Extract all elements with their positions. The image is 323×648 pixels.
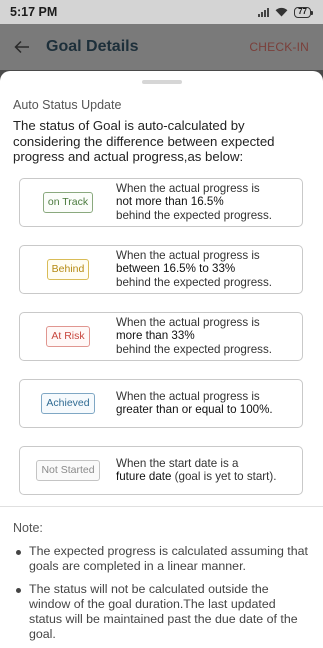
status-card-on-track: on Track When the actual progress is not…: [19, 177, 303, 227]
back-arrow-icon[interactable]: [14, 38, 32, 56]
notes-list: The expected progress is calculated assu…: [13, 544, 310, 642]
signal-icon: [258, 7, 270, 17]
status-info-sheet: Auto Status Update The status of Goal is…: [0, 71, 323, 648]
status-bar: 5:17 PM 77: [0, 0, 323, 24]
intro-text: The status of Goal is auto-calculated by…: [13, 118, 275, 164]
description-line: When the actual progress is: [116, 389, 260, 403]
status-description: When the actual progress is between 16.5…: [116, 249, 272, 289]
wifi-icon: [275, 7, 288, 17]
description-line: behind the expected progress.: [116, 275, 272, 289]
status-badge-on-track: on Track: [42, 191, 94, 213]
status-description: When the actual progress is more than 33…: [116, 316, 272, 356]
status-list: on Track When the actual progress is not…: [19, 177, 303, 495]
screen: 5:17 PM 77 Goal Details CHECK-IN Auto St…: [0, 0, 323, 648]
description-line: When the actual progress is: [116, 249, 260, 263]
divider: [0, 505, 323, 507]
note-title: Note:: [13, 520, 43, 535]
status-description: When the actual progress is not more tha…: [116, 182, 272, 222]
description-highlight: between 16.5% to 33%: [116, 262, 236, 276]
note-item: The expected progress is calculated assu…: [13, 544, 310, 574]
clock: 5:17 PM: [10, 5, 58, 19]
status-badge-achieved: Achieved: [41, 392, 95, 414]
description-line: (goal is yet to start).: [171, 470, 277, 483]
description-highlight: greater than or equal to 100%.: [116, 403, 273, 416]
description-line: When the start date is a: [116, 456, 239, 470]
check-in-button[interactable]: CHECK-IN: [249, 40, 309, 54]
status-badge-at-risk: At Risk: [46, 325, 90, 347]
description-line: behind the expected progress.: [116, 208, 272, 222]
drag-handle[interactable]: [141, 80, 182, 84]
status-card-not-started: Not Started When the start date is a fut…: [19, 445, 303, 495]
status-badge-not-started: Not Started: [36, 459, 100, 481]
description-line: When the actual progress is: [116, 316, 260, 330]
note-item: The status will not be calculated outsid…: [13, 582, 310, 642]
description-highlight: more than 33%: [116, 329, 195, 343]
page-title: Goal Details: [46, 38, 139, 55]
section-title: Auto Status Update: [13, 98, 122, 112]
status-description: When the actual progress is greater than…: [116, 390, 273, 416]
description-line: behind the expected progress.: [116, 342, 272, 356]
status-card-achieved: Achieved When the actual progress is gre…: [19, 378, 303, 428]
status-badge-behind: Behind: [46, 258, 90, 280]
description-line: When the actual progress is: [116, 182, 260, 196]
status-card-behind: Behind When the actual progress is betwe…: [19, 244, 303, 294]
battery-icon: 77: [294, 6, 313, 18]
status-description: When the start date is a future date (go…: [116, 457, 276, 483]
app-bar: Goal Details CHECK-IN: [0, 24, 323, 70]
description-highlight: future date: [116, 470, 172, 483]
status-card-at-risk: At Risk When the actual progress is more…: [19, 311, 303, 361]
status-icons: 77: [258, 6, 313, 18]
description-highlight: not more than 16.5%: [116, 195, 224, 209]
